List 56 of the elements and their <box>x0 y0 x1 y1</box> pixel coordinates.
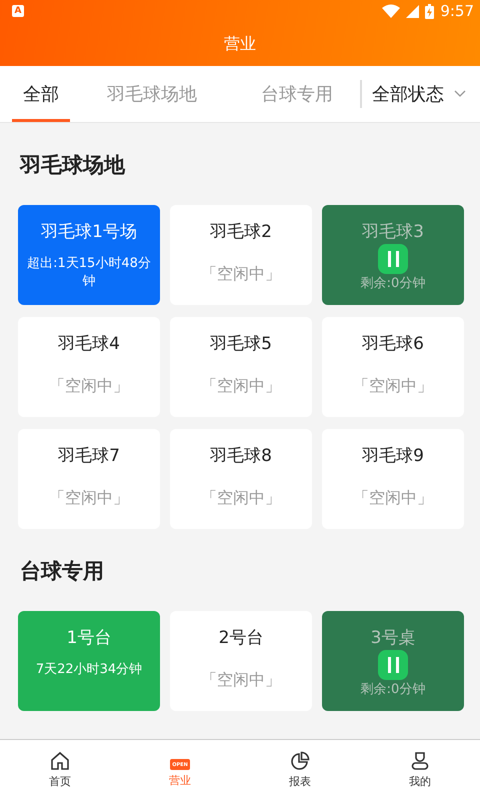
venue-name: 羽毛球4 <box>58 333 120 355</box>
venue-name: 羽毛球6 <box>362 333 424 355</box>
pause-button[interactable] <box>378 244 408 274</box>
nav-label: 报表 <box>289 774 311 789</box>
venue-name: 羽毛球7 <box>58 445 120 467</box>
venue-status: 「空闲中」 <box>200 375 282 397</box>
nav-label: 我的 <box>409 774 431 789</box>
venue-status: 「空闲中」 <box>352 375 434 397</box>
signal-icon <box>406 4 420 18</box>
page-title: 营业 <box>223 32 257 54</box>
nav-item[interactable]: 我的 <box>360 740 480 800</box>
venue-card[interactable]: 2号台 「空闲中」 <box>170 611 312 711</box>
venue-name: 羽毛球8 <box>210 445 272 467</box>
venue-status: 「空闲中」 <box>48 375 130 397</box>
venue-card[interactable]: 羽毛球1号场 超出:1天15小时48分钟 <box>18 205 160 305</box>
venue-status: 超出:1天15小时48分钟 <box>26 255 152 290</box>
pause-button[interactable] <box>378 650 408 680</box>
section-title: 台球专用 <box>19 558 105 585</box>
venue-card[interactable]: 羽毛球4 「空闲中」 <box>18 317 160 417</box>
venue-card[interactable]: 羽毛球2 「空闲中」 <box>170 205 312 305</box>
venue-name: 羽毛球5 <box>210 333 272 355</box>
venue-card[interactable]: 羽毛球8 「空闲中」 <box>170 429 312 529</box>
nav-item[interactable]: 报表 <box>240 740 360 800</box>
pie-chart-icon <box>290 751 310 771</box>
app-badge: A <box>12 5 24 17</box>
venue-name: 1号台 <box>66 627 112 649</box>
venue-status: 剩余:0分钟 <box>360 681 426 699</box>
nav-label: 首页 <box>49 774 71 789</box>
nav-item[interactable]: 首页 <box>0 740 120 800</box>
section-title: 羽毛球场地 <box>18 152 126 179</box>
venue-card[interactable]: 羽毛球6 「空闲中」 <box>322 317 464 417</box>
venue-name: 羽毛球2 <box>210 221 272 243</box>
wifi-icon <box>382 4 400 18</box>
venue-name: 羽毛球3 <box>362 221 424 243</box>
venue-status: 「空闲中」 <box>352 487 434 509</box>
user-icon <box>410 751 430 771</box>
venue-status: 剩余:0分钟 <box>360 275 426 293</box>
venue-name: 羽毛球9 <box>362 445 424 467</box>
category-tab[interactable]: 全部 <box>12 66 70 122</box>
home-icon <box>50 751 70 771</box>
venue-name: 3号桌 <box>370 627 416 649</box>
battery-icon <box>425 4 434 18</box>
venue-status: 「空闲中」 <box>48 487 130 509</box>
venue-status: 7天22小时34分钟 <box>34 661 144 679</box>
venue-status: 「空闲中」 <box>200 669 282 691</box>
venue-name: 羽毛球1号场 <box>41 221 137 243</box>
venue-name: 2号台 <box>218 627 264 649</box>
venue-card[interactable]: 羽毛球5 「空闲中」 <box>170 317 312 417</box>
nav-label: 营业 <box>169 773 191 788</box>
status-time: 9:57 <box>440 2 474 20</box>
venue-card[interactable]: 羽毛球9 「空闲中」 <box>322 429 464 529</box>
venue-status: 「空闲中」 <box>200 263 282 285</box>
chevron-down-icon <box>454 90 466 98</box>
venue-status: 「空闲中」 <box>200 487 282 509</box>
venue-card[interactable]: 羽毛球7 「空闲中」 <box>18 429 160 529</box>
status-filter[interactable]: 全部状态 <box>360 80 480 108</box>
